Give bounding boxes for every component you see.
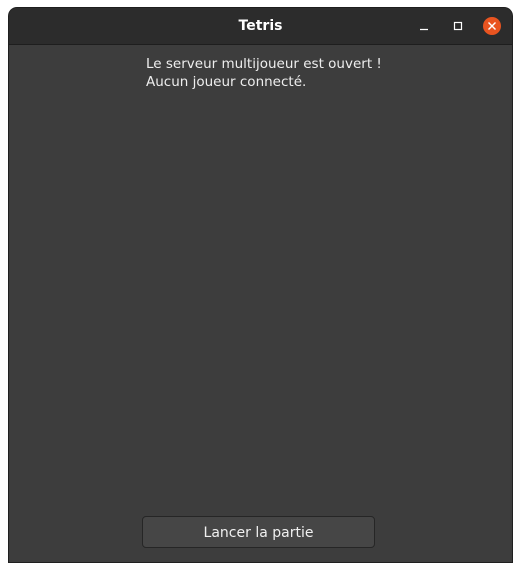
minimize-icon [420,28,428,31]
maximize-icon [453,21,463,31]
title-bar[interactable]: Tetris [9,8,512,45]
main-content: Le serveur multijoueur est ouvert ! Aucu… [9,45,512,562]
server-status: Le serveur multijoueur est ouvert ! Aucu… [146,56,382,91]
window-title: Tetris [238,18,283,34]
launch-game-button[interactable]: Lancer la partie [142,516,375,548]
minimize-button[interactable] [415,17,433,35]
maximize-button[interactable] [449,17,467,35]
server-open-message: Le serveur multijoueur est ouvert ! [146,56,382,72]
close-button[interactable] [483,17,501,35]
players-connected-message: Aucun joueur connecté. [146,73,307,90]
app-window: Tetris Le serveur multijoueur est ouvert… [9,8,512,562]
close-icon [488,22,496,30]
